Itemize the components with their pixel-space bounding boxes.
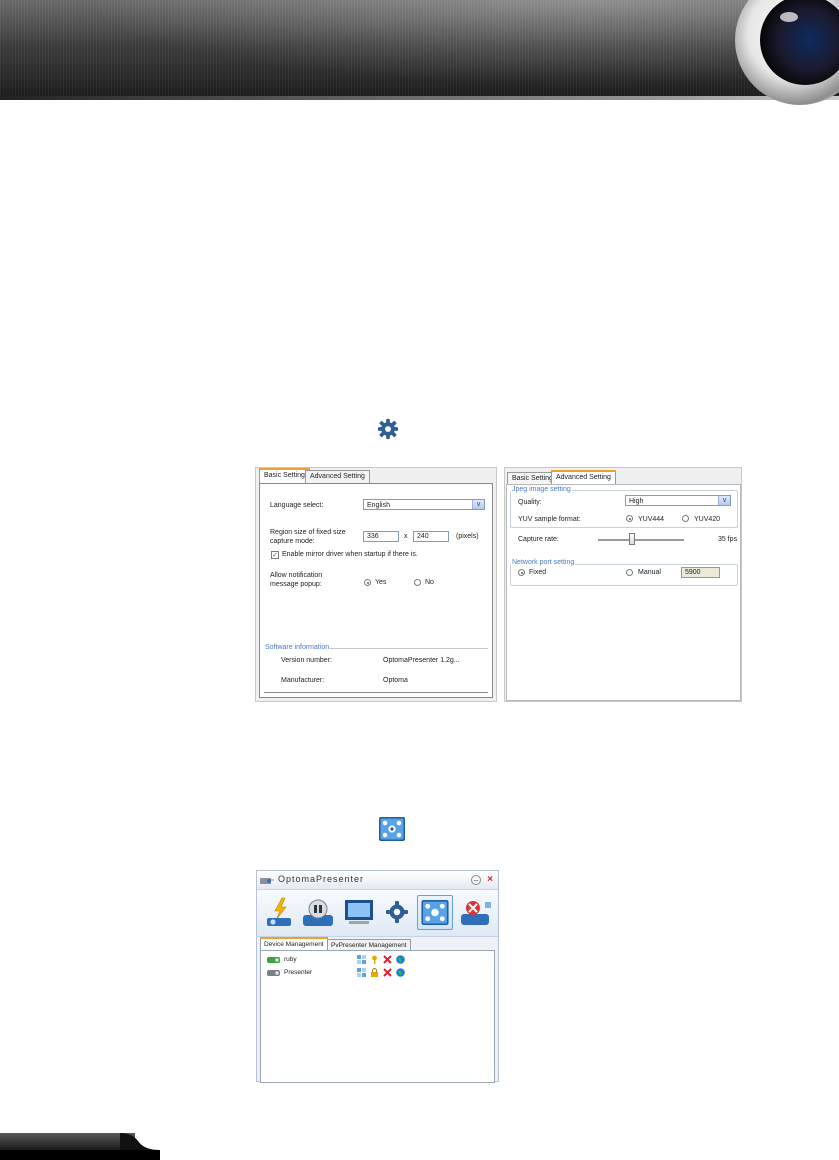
region-label-line1: Region size of fixed size [270,529,346,536]
port-fixed-radio[interactable] [518,569,525,576]
yuv444-radio[interactable] [626,515,633,522]
minimize-button[interactable]: – [471,875,481,885]
split-view-icon[interactable] [357,955,366,964]
yuv420-label: YUV420 [694,516,721,523]
lock-icon[interactable] [370,968,379,977]
port-manual-label: Manual [638,569,661,576]
title-bar: OptomaPresenter – × [257,871,498,889]
quality-select[interactable]: High ∨ [625,495,731,506]
mirror-driver-label: Enable mirror driver when startup if the… [282,551,418,558]
notification-yes-radio[interactable] [364,579,371,586]
main-toolbar [257,889,498,937]
software-info-legend: Software information [264,644,331,651]
key-icon[interactable] [370,955,379,964]
footer-tab-curve [120,1133,160,1150]
manufacturer-value: Optoma [383,677,408,684]
settings-window-advanced: Basic Setting Advanced Setting Jpeg imag… [504,467,742,702]
region-label-line2: capture mode: [270,538,315,545]
notification-label-line1: Allow notification [270,572,323,579]
tab-advanced-setting[interactable]: Advanced Setting [305,470,370,483]
yuv420-radio[interactable] [682,515,689,522]
window-title: OptomaPresenter [278,874,365,884]
notification-yes-label: Yes [375,579,387,586]
fullscreen-mode-button[interactable] [345,900,373,926]
settings-window-basic: Basic Setting Advanced Setting Language … [255,467,497,702]
advanced-setting-body: Jpeg image setting Quality: High ∨ YUV s… [506,484,741,701]
yuv-label: YUV sample format: [518,516,581,523]
software-info-separator [316,648,488,649]
port-fixed-label: Fixed [529,569,547,576]
settings-gear-icon [377,418,399,440]
split-screen-button[interactable] [417,895,453,930]
basic-setting-body: Language select: English ∨ Region size o… [259,483,493,698]
notification-label-line2: message popup: [270,581,322,588]
tab-basic-setting[interactable]: Basic Setting [259,468,310,484]
capture-rate-slider-thumb[interactable] [629,533,636,545]
mirror-driver-checkbox[interactable]: ✓ [271,551,279,559]
device-row-ruby[interactable]: ruby [267,954,487,965]
optoma-presenter-window: OptomaPresenter – × Device Management Pv… [256,870,499,1083]
footer-bar [0,1150,160,1160]
port-number-input[interactable]: 5900 [681,567,720,578]
notification-no-radio[interactable] [414,579,421,586]
search-projector-button[interactable] [265,897,295,929]
app-projector-icon [260,878,274,884]
banner-highlight [0,0,839,100]
footer-page-tab [0,1133,135,1150]
split-screen-icon [421,900,449,925]
banner-divider [0,96,839,100]
login-projector-button[interactable] [301,897,335,929]
device-list: ruby Presenter [260,950,495,1083]
split-screen-icon [379,817,405,841]
split-view-icon[interactable] [357,968,366,977]
region-width-input[interactable]: 336 [363,531,399,542]
manufacturer-label: Manufacturer: [281,677,325,684]
close-icon[interactable]: × [485,874,495,885]
projector-gray-icon [267,970,280,976]
lens-glint [780,12,798,22]
region-unit-label: (pixels) [456,533,479,540]
capture-rate-value: 35 fps [718,536,738,543]
device-row-presenter[interactable]: Presenter [267,967,487,978]
quality-select-value: High [629,498,644,505]
capture-rate-label: Capture rate: [518,536,559,543]
projector-green-icon [267,957,280,963]
quality-label: Quality: [518,499,542,506]
version-label: Version number: [281,657,332,664]
chevron-down-icon[interactable]: ∨ [718,496,730,505]
port-manual-radio[interactable] [626,569,633,576]
settings-gear-button[interactable] [385,900,409,924]
region-x-label: x [404,533,408,540]
remove-icon[interactable] [383,955,392,964]
version-value: OptomaPresenter 1.2g... [383,657,460,664]
yuv444-label: YUV444 [638,516,665,523]
globe-icon[interactable] [396,955,405,964]
region-height-input[interactable]: 240 [413,531,449,542]
disconnect-projector-button[interactable] [459,898,493,928]
chevron-down-icon[interactable]: ∨ [472,500,484,509]
globe-icon[interactable] [396,968,405,977]
jpeg-legend: Jpeg image setting [511,486,572,493]
network-legend: Network port setting [511,559,576,566]
language-select[interactable]: English ∨ [363,499,485,510]
device-name: Presenter [284,969,313,976]
language-label: Language select: [270,502,324,509]
device-name: ruby [284,956,297,963]
remove-icon[interactable] [383,968,392,977]
notification-no-label: No [425,579,434,586]
bottom-separator [264,692,488,693]
language-select-value: English [367,502,390,509]
capture-rate-slider[interactable] [598,539,684,542]
